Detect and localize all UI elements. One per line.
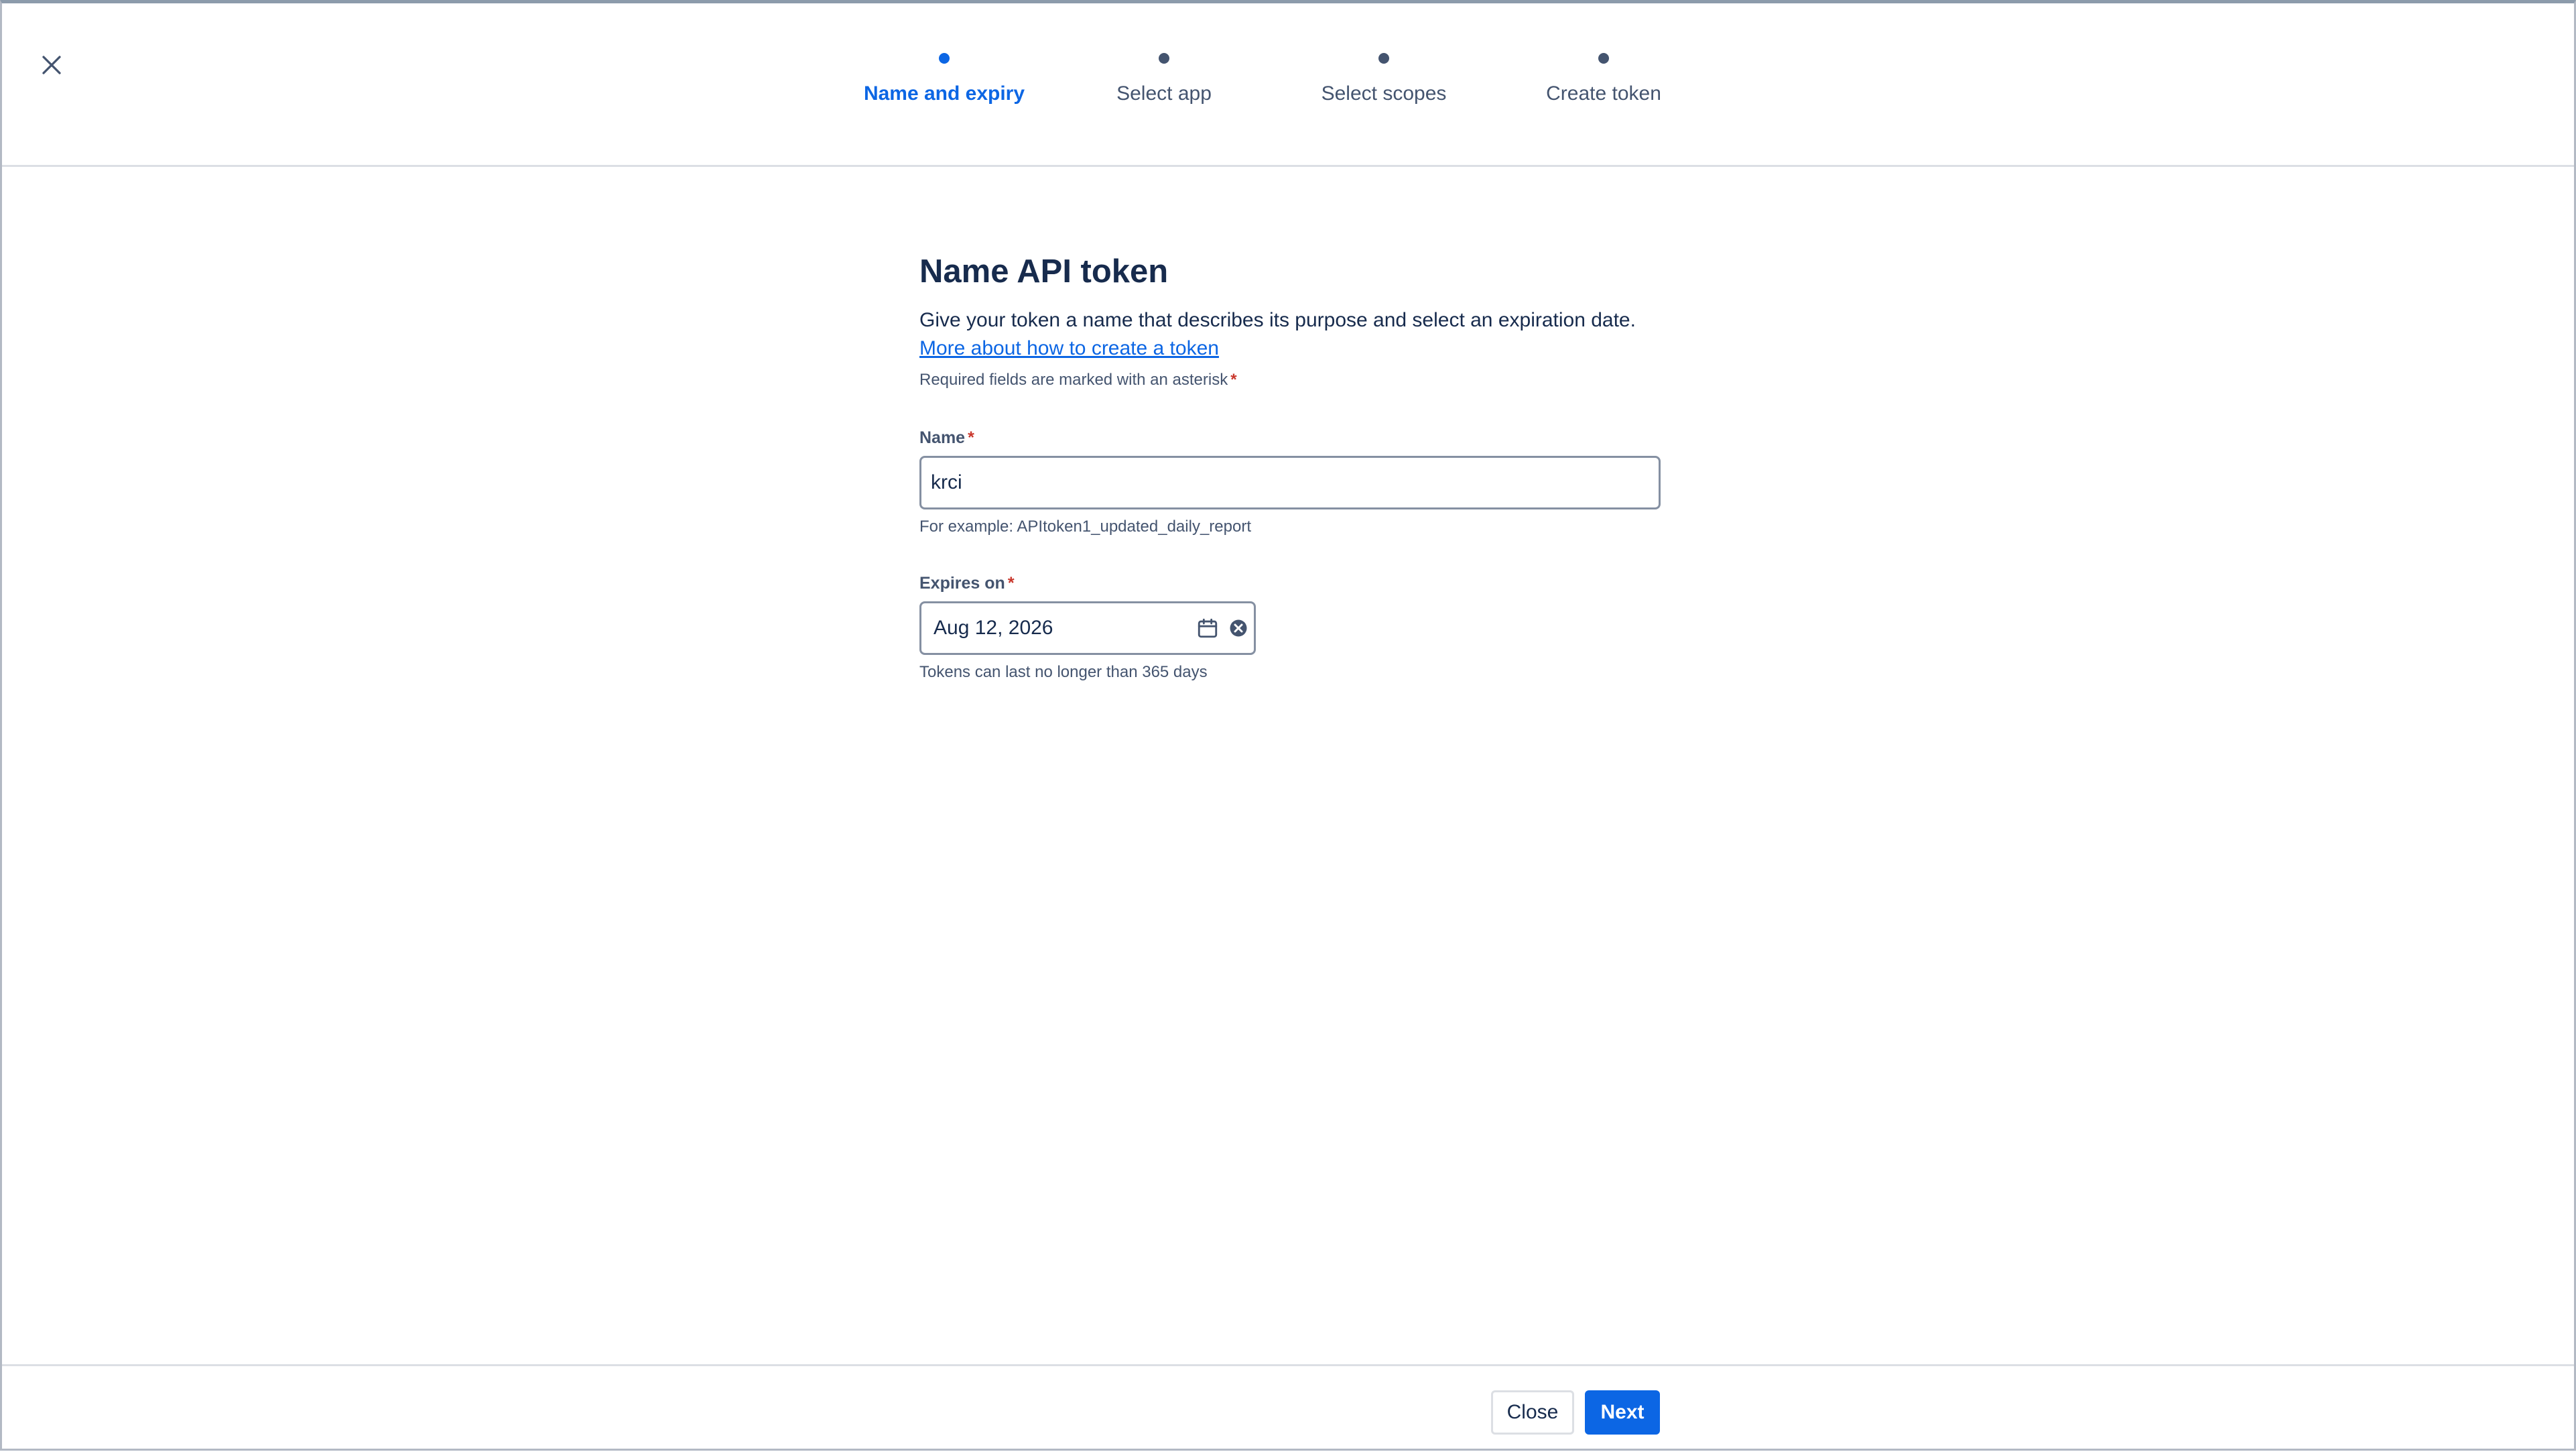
name-helper-text: For example: APItoken1_updated_daily_rep… (919, 518, 1251, 536)
required-note: Required fields are marked with an aster… (919, 371, 1661, 389)
step-dot (939, 53, 950, 64)
page-title: Name API token (919, 253, 1169, 290)
required-asterisk: * (1230, 371, 1237, 389)
progress-stepper: Name and expiry Select app Select scopes… (2, 3, 2574, 167)
expires-date-picker[interactable] (919, 601, 1256, 655)
step-label: Select app (1116, 82, 1212, 105)
open-calendar-button[interactable] (1192, 608, 1223, 648)
clear-icon (1230, 619, 1247, 637)
step-label: Select scopes (1321, 82, 1447, 105)
expires-date-input[interactable] (933, 617, 1192, 640)
step-create-token: Create token (1496, 53, 1711, 105)
name-label-text: Name (919, 428, 966, 447)
step-label: Create token (1546, 82, 1661, 105)
step-dot (1378, 53, 1389, 64)
modal-frame: Name and expiry Select app Select scopes… (0, 0, 2576, 1451)
step-select-scopes: Select scopes (1277, 53, 1491, 105)
modal-footer: Close Next (2, 1364, 2574, 1454)
expires-field-label: Expires on * (919, 574, 1661, 593)
clear-date-button[interactable] (1223, 608, 1254, 648)
required-asterisk: * (968, 428, 974, 447)
step-select-app: Select app (1057, 53, 1271, 105)
step-dot (1598, 53, 1609, 64)
form-content: Name API token Give your token a name th… (919, 253, 1661, 682)
expires-label-text: Expires on (919, 574, 1005, 593)
step-dot (1159, 53, 1169, 64)
name-input[interactable] (919, 456, 1661, 509)
step-name-and-expiry: Name and expiry (837, 53, 1051, 105)
help-link[interactable]: More about how to create a token (919, 337, 1219, 360)
step-label: Name and expiry (863, 82, 1025, 105)
expires-helper-text: Tokens can last no longer than 365 days (919, 663, 1208, 681)
form-description: Give your token a name that describes it… (919, 309, 1636, 331)
name-field-label: Name * (919, 428, 1661, 448)
close-button[interactable]: Close (1491, 1390, 1574, 1435)
calendar-icon (1198, 618, 1218, 638)
required-asterisk: * (1007, 574, 1015, 593)
required-note-text: Required fields are marked with an aster… (919, 371, 1228, 389)
next-button[interactable]: Next (1585, 1390, 1660, 1435)
modal-header: Name and expiry Select app Select scopes… (2, 3, 2574, 167)
